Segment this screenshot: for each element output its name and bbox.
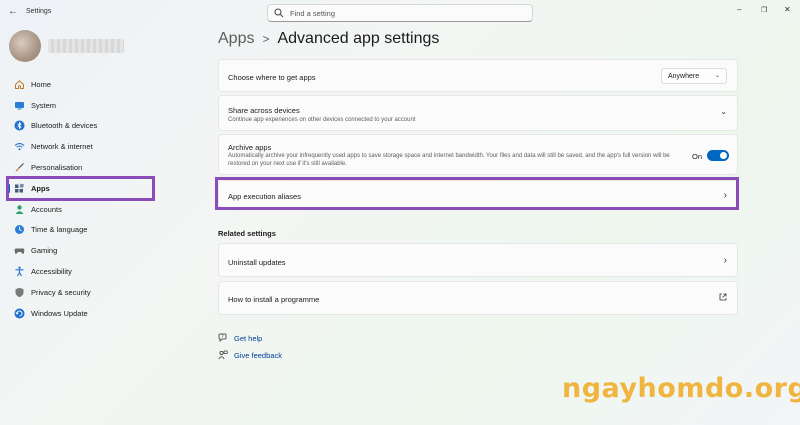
shield-icon bbox=[14, 287, 25, 298]
share-subtitle: Continue app experiences on other device… bbox=[228, 117, 416, 123]
profile-name-blurred bbox=[48, 39, 124, 53]
search-input[interactable]: Find a setting bbox=[290, 9, 335, 18]
sidebar-item-label: Time & language bbox=[31, 225, 88, 235]
time-language-icon bbox=[14, 224, 25, 235]
page-title: Apps > Advanced app settings bbox=[218, 30, 439, 48]
archive-toggle-label: On bbox=[691, 152, 702, 161]
sidebar-item-gaming[interactable]: Gaming bbox=[0, 240, 200, 261]
brush-icon bbox=[14, 162, 25, 173]
avatar[interactable] bbox=[9, 30, 41, 62]
search-icon bbox=[274, 8, 284, 18]
give-feedback-link[interactable]: Give feedback bbox=[218, 350, 282, 360]
sidebar-item-label: Personalisation bbox=[31, 163, 83, 173]
help-icon: ? bbox=[218, 333, 228, 343]
sidebar-item-bluetooth[interactable]: Bluetooth & devices bbox=[0, 116, 200, 137]
share-title: Share across devices bbox=[228, 106, 300, 115]
chevron-right-icon: › bbox=[723, 255, 727, 266]
sidebar-item-label: Windows Update bbox=[31, 308, 88, 318]
sidebar-item-accounts[interactable]: Accounts bbox=[0, 199, 200, 220]
sidebar-item-privacy[interactable]: Privacy & security bbox=[0, 282, 200, 303]
sidebar-item-label: Accounts bbox=[31, 204, 62, 214]
archive-title: Archive apps bbox=[228, 143, 272, 152]
sidebar-item-label: Bluetooth & devices bbox=[31, 121, 98, 131]
choose-where-card: Choose where to get apps Anywhere ⌄ bbox=[218, 59, 738, 92]
sidebar-item-accessibility[interactable]: Accessibility bbox=[0, 261, 200, 282]
title-bar: ← Settings Find a setting – ❐ ✕ bbox=[0, 0, 800, 26]
svg-text:?: ? bbox=[222, 334, 224, 339]
execution-aliases-highlight-box bbox=[215, 177, 739, 210]
archive-apps-card: Archive apps Automatically archive your … bbox=[218, 134, 738, 175]
accessibility-icon bbox=[14, 266, 25, 277]
archive-subtitle: Automatically archive your infrequently … bbox=[228, 153, 670, 167]
bluetooth-icon bbox=[14, 120, 25, 131]
sidebar-item-label: Privacy & security bbox=[31, 287, 91, 297]
feedback-icon bbox=[218, 350, 228, 360]
uninstall-updates-card[interactable]: Uninstall updates › bbox=[218, 243, 738, 277]
sidebar-item-label: Accessibility bbox=[31, 267, 72, 277]
wifi-icon bbox=[14, 141, 25, 152]
related-settings-heading: Related settings bbox=[218, 229, 276, 238]
get-help-link[interactable]: ? Get help bbox=[218, 333, 262, 343]
sidebar-item-home[interactable]: Home bbox=[0, 74, 200, 95]
sidebar-item-label: Gaming bbox=[31, 246, 58, 256]
give-feedback-label: Give feedback bbox=[234, 350, 282, 360]
maximize-icon[interactable]: ❐ bbox=[761, 6, 767, 14]
sidebar-item-label: Network & internet bbox=[31, 142, 93, 152]
sidebar-item-personalisation[interactable]: Personalisation bbox=[0, 157, 200, 178]
install-programme-card[interactable]: How to install a programme bbox=[218, 281, 738, 315]
choose-where-title: Choose where to get apps bbox=[228, 73, 316, 82]
install-programme-title: How to install a programme bbox=[228, 295, 320, 304]
uninstall-updates-title: Uninstall updates bbox=[228, 258, 286, 267]
home-icon bbox=[14, 79, 25, 90]
back-arrow-icon[interactable]: ← bbox=[8, 6, 18, 17]
chevron-down-icon: ⌄ bbox=[714, 73, 720, 79]
sidebar-item-windows-update[interactable]: Windows Update bbox=[0, 303, 200, 324]
where-to-get-dropdown[interactable]: Anywhere ⌄ bbox=[661, 68, 727, 84]
breadcrumb-separator: > bbox=[262, 32, 270, 46]
sidebar-item-time-language[interactable]: Time & language bbox=[0, 220, 200, 241]
sidebar-item-system[interactable]: System bbox=[0, 95, 200, 116]
sidebar-item-network[interactable]: Network & internet bbox=[0, 136, 200, 157]
accounts-icon bbox=[14, 204, 25, 215]
archive-toggle[interactable] bbox=[707, 150, 729, 161]
share-across-devices-card[interactable]: Share across devices Continue app experi… bbox=[218, 95, 738, 131]
apps-highlight-box bbox=[6, 176, 155, 201]
search-box[interactable]: Find a setting bbox=[267, 4, 533, 22]
sidebar-item-label: System bbox=[31, 100, 57, 110]
external-link-icon bbox=[719, 293, 727, 303]
chevron-down-icon: ⌄ bbox=[720, 107, 727, 116]
dropdown-value: Anywhere bbox=[668, 72, 700, 80]
minimize-icon[interactable]: – bbox=[737, 5, 741, 14]
breadcrumb-apps[interactable]: Apps bbox=[218, 30, 254, 47]
get-help-label: Get help bbox=[234, 333, 263, 343]
close-icon[interactable]: ✕ bbox=[784, 5, 791, 14]
system-icon bbox=[14, 100, 25, 111]
app-title: Settings bbox=[26, 8, 52, 15]
gaming-icon bbox=[14, 245, 25, 256]
page-title-text: Advanced app settings bbox=[277, 30, 440, 47]
windows-update-icon bbox=[14, 308, 25, 319]
sidebar-item-label: Home bbox=[31, 79, 52, 89]
watermark-text: ngayhomdo.org bbox=[562, 373, 800, 404]
